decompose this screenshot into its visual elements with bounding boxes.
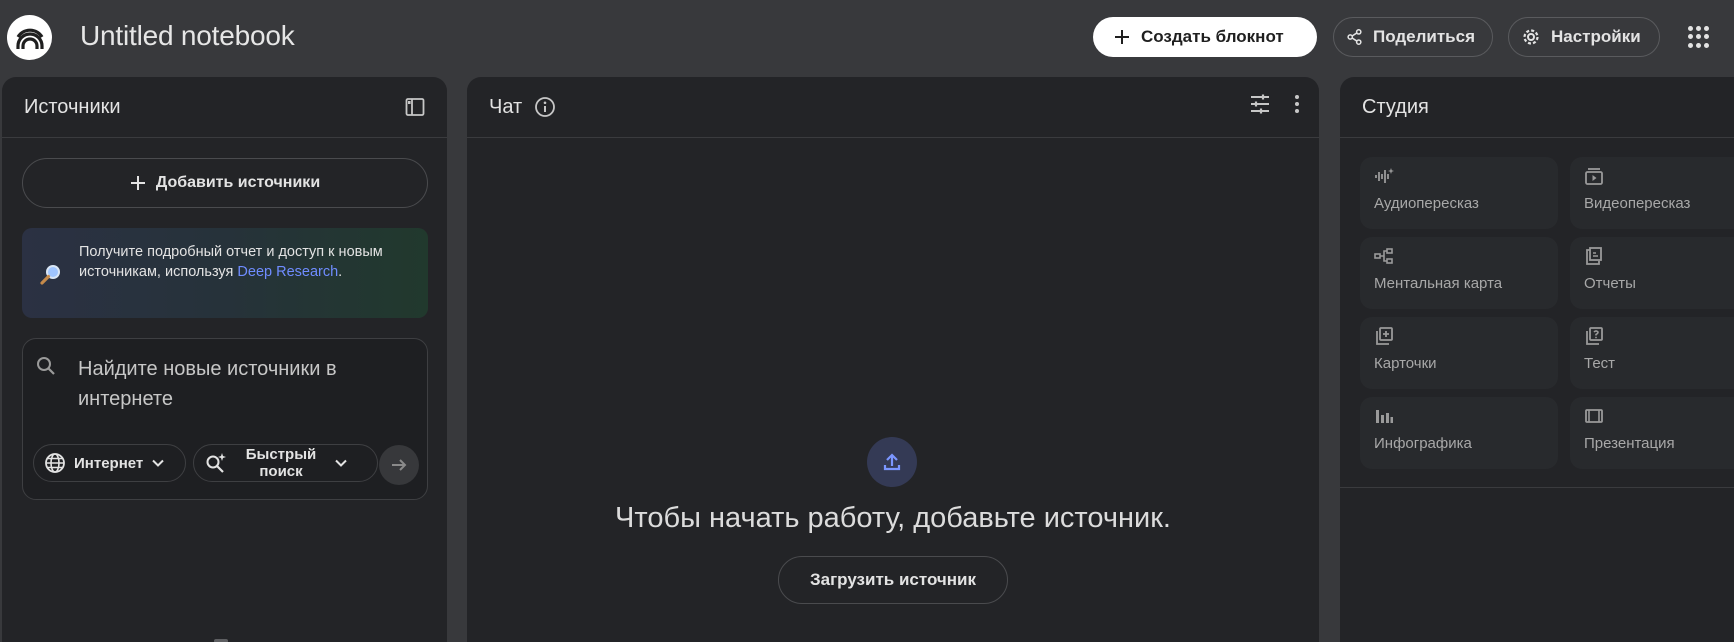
studio-panel: Студия Аудиопересказ Видеопересказ Мента… [1340, 77, 1734, 642]
search-mode-label: Быстрый поиск [245, 446, 317, 480]
app-header: Untitled notebook Создать блокнот Подели… [0, 0, 1734, 76]
report-icon [1586, 247, 1602, 265]
create-notebook-button[interactable]: Создать блокнот [1093, 17, 1317, 57]
studio-tile-flashcards[interactable]: Карточки [1360, 317, 1558, 389]
quiz-icon [1586, 327, 1603, 345]
studio-tile-label: Карточки [1374, 355, 1437, 372]
studio-tile-label: Ментальная карта [1374, 275, 1503, 292]
studio-title: Студия [1362, 95, 1429, 118]
create-notebook-label: Создать блокнот [1141, 27, 1284, 46]
studio-tile-quiz[interactable]: Тест [1570, 317, 1734, 389]
source-type-select[interactable]: Интернет [33, 444, 186, 482]
settings-button[interactable]: Настройки [1508, 17, 1660, 57]
chat-actions [1249, 93, 1301, 115]
notebooklm-logo-icon[interactable] [7, 15, 52, 60]
web-search-box: Найдите новые источники в интернете Инте… [22, 338, 428, 500]
studio-tile-label: Инфографика [1374, 435, 1472, 452]
video-icon [1585, 168, 1603, 185]
sources-panel: Источники Добавить источники Получите по… [2, 77, 447, 642]
search-icon [35, 355, 57, 382]
sparkle-search-icon [206, 453, 226, 473]
search-mode-select[interactable]: Быстрый поиск [193, 444, 378, 482]
add-sources-button[interactable]: Добавить источники [22, 158, 428, 208]
studio-header: Студия [1340, 77, 1734, 138]
more-vert-icon[interactable] [1293, 93, 1301, 115]
tune-icon[interactable] [1249, 93, 1271, 115]
studio-tile-label: Отчеты [1584, 275, 1636, 292]
chevron-down-icon [335, 459, 347, 467]
settings-label: Настройки [1551, 27, 1641, 46]
upload-source-button[interactable]: Загрузить источник [778, 556, 1008, 604]
studio-divider [1340, 487, 1734, 488]
arrow-right-icon [392, 459, 407, 471]
chat-title: Чат [489, 95, 523, 118]
plus-icon [1115, 30, 1129, 44]
infographic-icon [1376, 410, 1393, 423]
plus-icon [130, 176, 145, 190]
chevron-down-icon [152, 459, 164, 467]
studio-tile-infographic[interactable]: Инфографика [1360, 397, 1558, 469]
share-button[interactable]: Поделиться [1333, 17, 1493, 57]
deep-research-link[interactable]: Deep Research [237, 264, 338, 280]
notebook-title[interactable]: Untitled notebook [80, 20, 295, 52]
web-search-input[interactable]: Найдите новые источники в интернете [78, 354, 378, 414]
flashcards-icon [1376, 327, 1393, 345]
add-sources-label: Добавить источники [155, 174, 321, 191]
globe-icon [45, 453, 65, 473]
studio-tile-presentation[interactable]: Презентация [1570, 397, 1734, 469]
studio-tiles: Аудиопересказ Видеопересказ Ментальная к… [1360, 157, 1734, 469]
chat-panel: Чат Чтобы начать работу, добавьте источн… [467, 77, 1319, 642]
studio-tile-label: Презентация [1584, 435, 1675, 452]
upload-icon [867, 437, 917, 487]
studio-tile-reports[interactable]: Отчеты [1570, 237, 1734, 309]
sources-title: Источники [24, 95, 121, 118]
studio-tile-mind-map[interactable]: Ментальная карта [1360, 237, 1558, 309]
studio-tile-label: Видеопересказ [1584, 195, 1691, 212]
sources-header: Источники [2, 77, 447, 138]
studio-tile-audio[interactable]: Аудиопересказ [1360, 157, 1558, 229]
mind-map-icon [1374, 248, 1393, 264]
deep-research-promo: Получите подробный отчет и доступ к новы… [22, 228, 428, 318]
submit-search-button[interactable] [379, 445, 419, 485]
share-label: Поделиться [1372, 27, 1475, 46]
presentation-icon [1585, 409, 1603, 423]
magnifier-icon [39, 262, 63, 292]
info-icon[interactable] [534, 96, 556, 118]
gear-icon [1523, 29, 1539, 45]
apps-grid-icon[interactable] [1688, 26, 1710, 48]
empty-state-message: Чтобы начать работу, добавьте источник. [615, 502, 1171, 534]
studio-tile-label: Тест [1584, 355, 1616, 372]
collapse-panel-icon[interactable] [405, 97, 425, 117]
source-type-label: Интернет [74, 454, 144, 472]
studio-tile-label: Аудиопересказ [1374, 195, 1479, 212]
share-icon [1347, 29, 1362, 45]
promo-end: . [338, 264, 343, 280]
audio-waveform-icon [1375, 168, 1394, 183]
chat-header: Чат [467, 77, 1319, 138]
studio-tile-video[interactable]: Видеопересказ [1570, 157, 1734, 229]
